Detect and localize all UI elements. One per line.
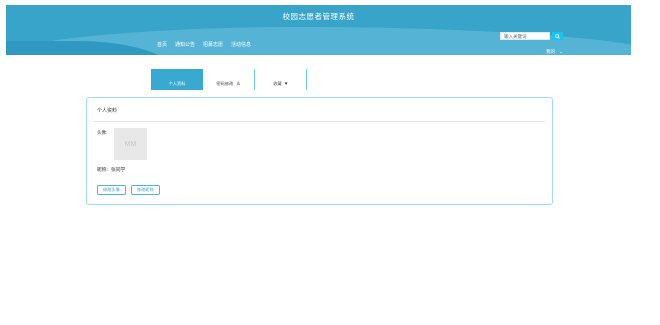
user-menu[interactable]: 我的 ⌄ (546, 49, 563, 55)
tab-profile-label: 个人资料 (168, 81, 186, 86)
user-menu-label: 我的 (546, 49, 555, 54)
tab-favorites-label: 收藏 (273, 81, 282, 86)
tab-password-label: 密码修改 (216, 81, 234, 86)
page: 校园志愿者管理系统 首页 通知公告 招募志愿 活动信息 输入关键词 我的 ⌄ 个… (0, 0, 660, 325)
search-icon (555, 33, 560, 39)
avatar-label: 头像: (97, 130, 108, 135)
avatar-placeholder: MM (124, 140, 137, 148)
user-icon: ♙ (236, 81, 241, 87)
profile-actions: 修改头像 修改昵称 (97, 185, 160, 195)
nav-recruit[interactable]: 招募志愿 (203, 41, 223, 48)
profile-tabs: 个人资料 密码修改 ♙ 收藏 ♥ (151, 69, 307, 90)
nickname-label: 昵称: (97, 168, 108, 173)
change-nickname-button[interactable]: 修改昵称 (130, 185, 160, 195)
nav-activities[interactable]: 活动信息 (231, 41, 251, 48)
profile-card: 个人资料 头像: MM 昵称: 张同学 修改头像 修改昵称 (86, 97, 553, 205)
heart-icon: ♥ (284, 81, 288, 87)
card-title: 个人资料 (97, 108, 118, 114)
header: 校园志愿者管理系统 首页 通知公告 招募志愿 活动信息 输入关键词 我的 ⌄ (6, 5, 631, 55)
search-button[interactable] (552, 32, 563, 40)
change-avatar-button[interactable]: 修改头像 (97, 185, 126, 195)
tab-favorites[interactable]: 收藏 ♥ (255, 69, 307, 90)
chevron-down-icon: ⌄ (559, 49, 563, 54)
search-input[interactable]: 输入关键词 (500, 32, 550, 40)
nickname-value: 张同学 (110, 168, 126, 173)
avatar: MM (114, 128, 147, 160)
nav-home[interactable]: 首页 (157, 41, 167, 48)
nickname-row: 昵称: 张同学 (97, 166, 125, 173)
main-nav: 首页 通知公告 招募志愿 活动信息 (157, 41, 251, 48)
tab-profile[interactable]: 个人资料 (151, 69, 203, 90)
site-title: 校园志愿者管理系统 (282, 12, 355, 21)
nav-notices[interactable]: 通知公告 (175, 41, 195, 48)
tab-password[interactable]: 密码修改 ♙ (203, 69, 255, 90)
divider (94, 121, 545, 122)
